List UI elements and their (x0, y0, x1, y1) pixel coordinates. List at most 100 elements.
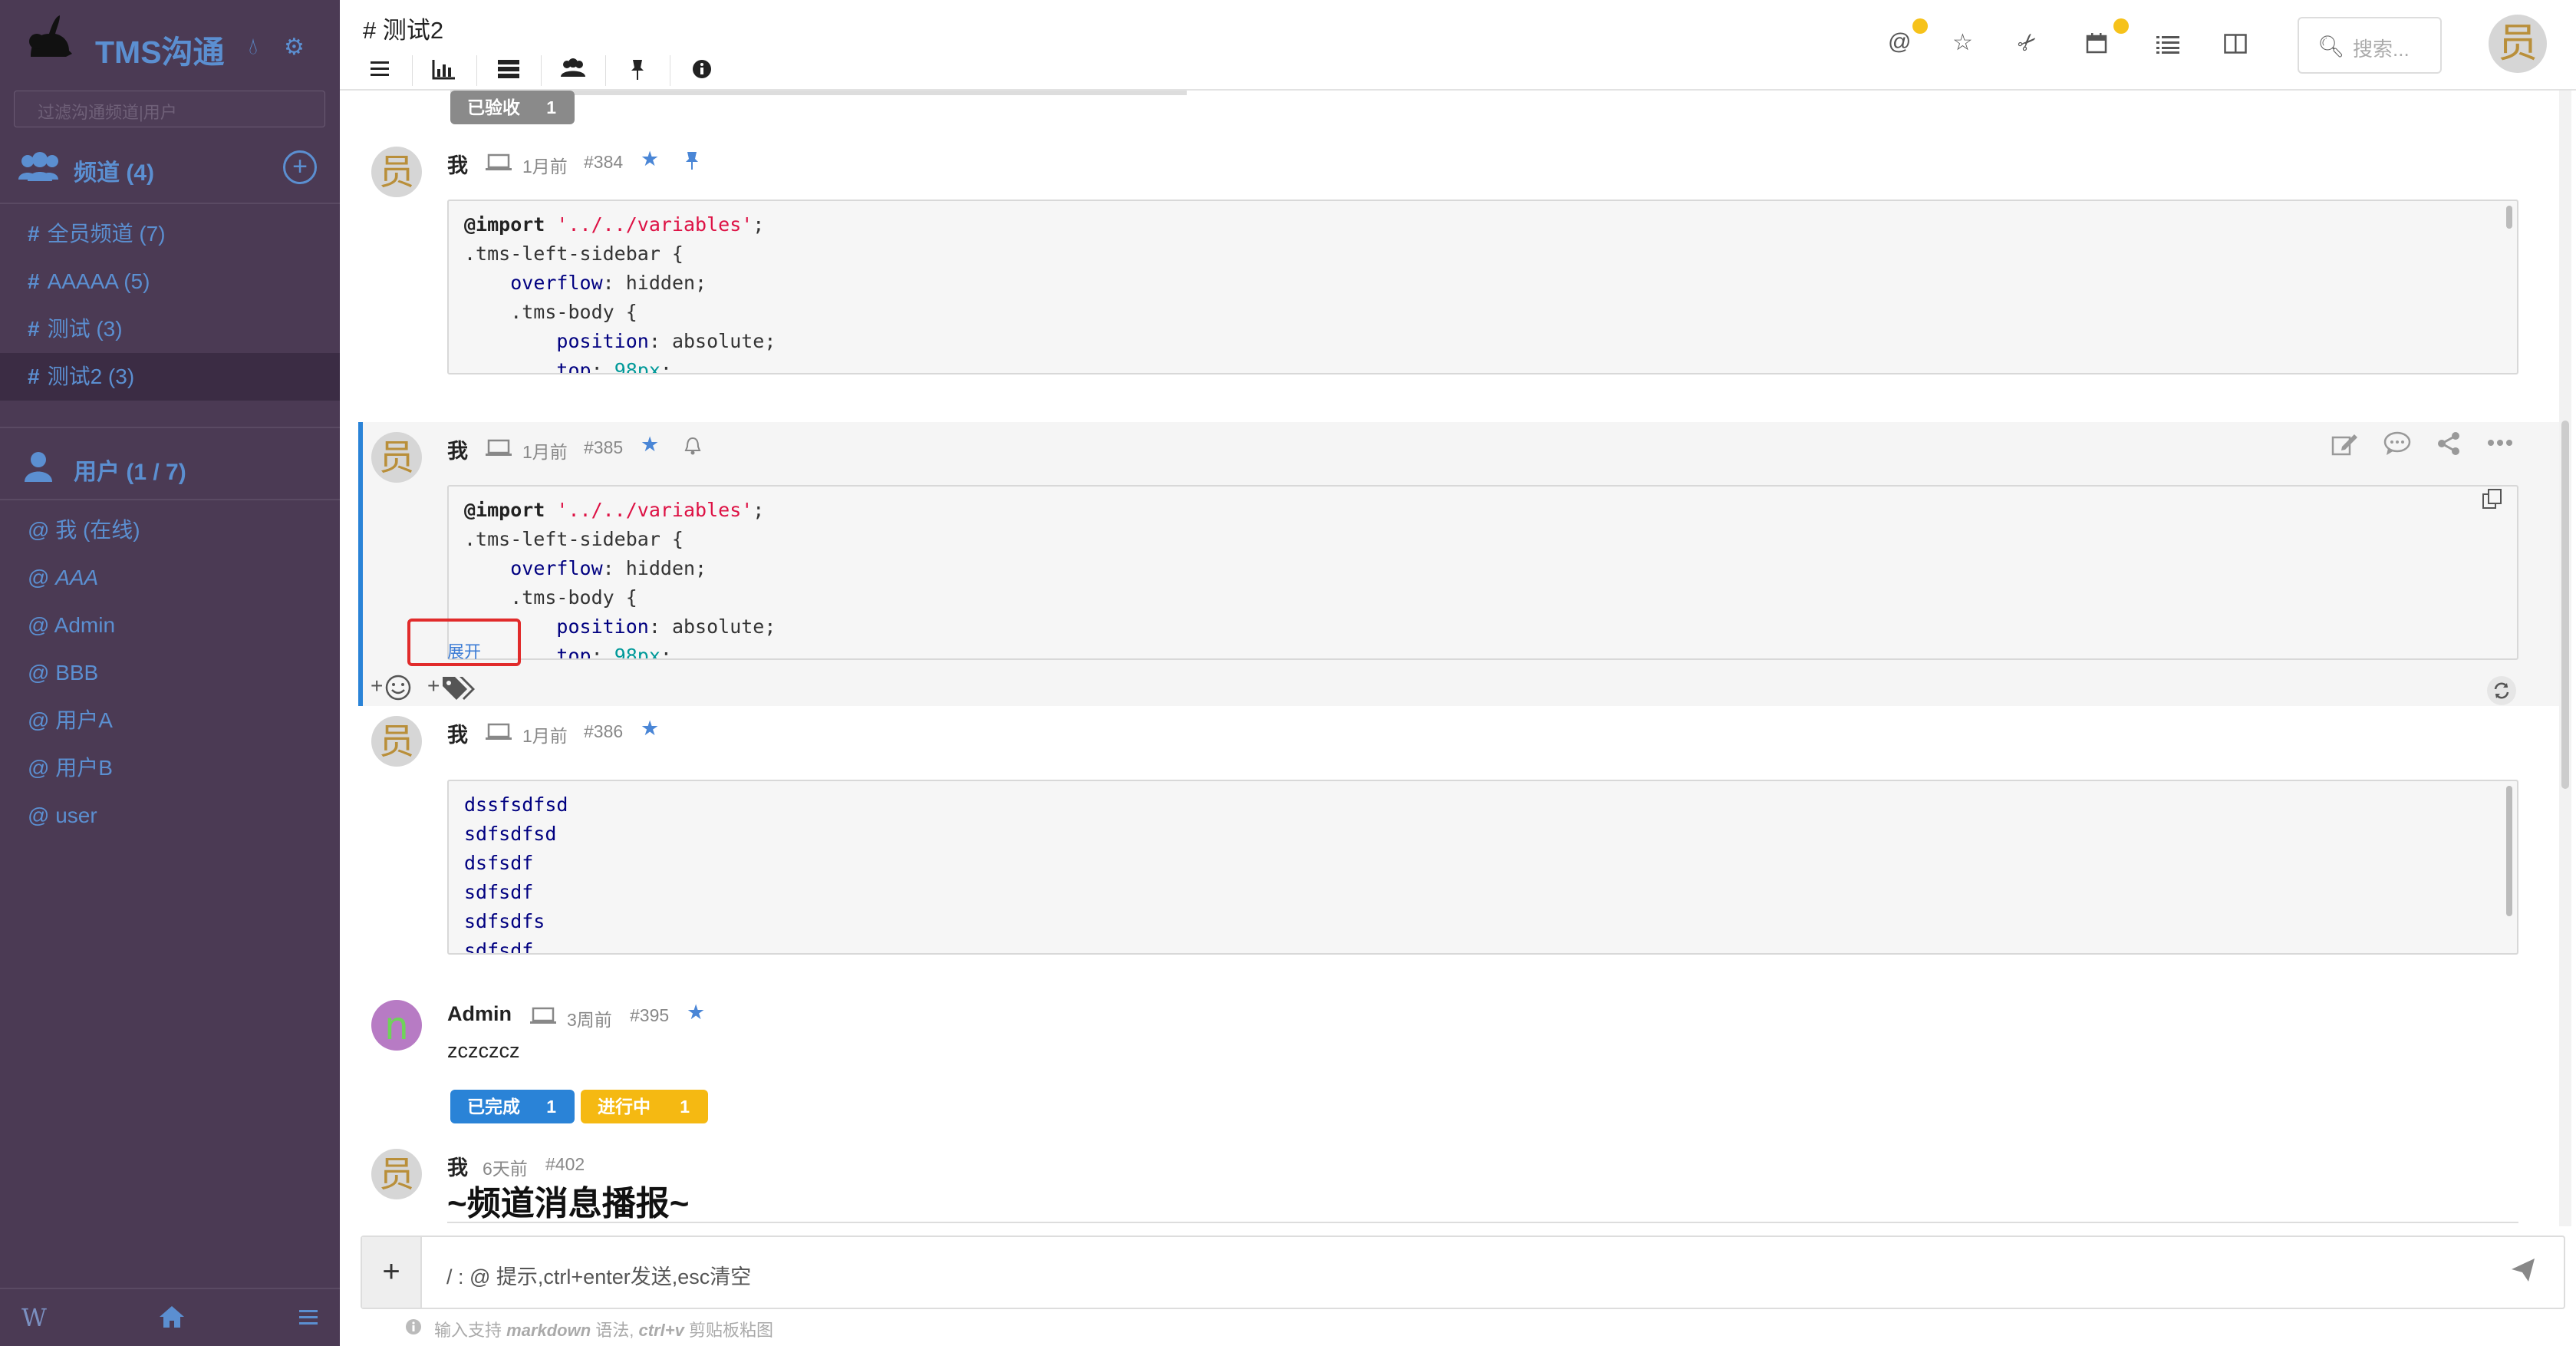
message-author[interactable]: Admin (447, 1002, 512, 1026)
attach-button[interactable]: + (362, 1237, 422, 1308)
cogs-icon[interactable]: ⚙ (284, 34, 305, 61)
code-line: position: absolute; (556, 330, 776, 352)
search-placeholder: 搜索... (2353, 38, 2410, 61)
scrollbar-thumb[interactable] (2561, 421, 2569, 789)
message-id[interactable]: #386 (584, 721, 623, 742)
info-icon[interactable] (680, 51, 723, 87)
channels-section-header[interactable]: 频道 (4) + (0, 138, 340, 196)
user-item[interactable]: @ AAA (0, 554, 340, 602)
search-input[interactable]: 🔍︎ 搜索... (2298, 17, 2442, 74)
message-author[interactable]: 我 (447, 718, 468, 748)
rabbit-logo-icon[interactable] (21, 11, 75, 64)
channels-title: 频道 (4) (74, 160, 154, 186)
at-icon[interactable]: @ (1888, 29, 1911, 55)
code-scrollbar[interactable] (2506, 786, 2512, 916)
users-section-header[interactable]: 用户 (1 / 7) (0, 437, 340, 496)
message-author[interactable]: 我 (447, 434, 468, 464)
more-icon[interactable] (2488, 439, 2512, 447)
avatar[interactable]: 员 (371, 1148, 423, 1200)
code-line: dssfsdfsd (464, 793, 568, 816)
search-icon: 🔍︎ (2317, 35, 2345, 58)
star-icon[interactable]: ★ (641, 433, 659, 457)
add-channel-button[interactable]: + (283, 150, 317, 184)
code-line: @import '../../variables'; (464, 213, 765, 236)
edit-icon[interactable] (2331, 431, 2359, 456)
channel-item[interactable]: # 全员频道 (7) (0, 210, 340, 258)
server-list-icon[interactable] (487, 51, 530, 87)
code-scrollbar[interactable] (2506, 206, 2512, 229)
add-tag-plus[interactable]: + (427, 674, 440, 698)
menu-icon[interactable] (299, 1309, 318, 1326)
wiki-icon[interactable]: W (21, 1303, 47, 1332)
comment-icon[interactable] (2383, 431, 2411, 456)
channel-label: 测试 (3) (47, 317, 123, 341)
svg-text:员: 员 (379, 1153, 414, 1195)
user-item[interactable]: @ Admin (0, 602, 340, 649)
star-icon[interactable]: ★ (687, 1001, 705, 1024)
message-time: 3周前 (567, 1010, 612, 1030)
list-icon[interactable] (2156, 35, 2179, 54)
hint-markdown: markdown (506, 1321, 591, 1340)
bar-chart-icon[interactable] (423, 51, 466, 87)
calendar-icon[interactable] (2086, 32, 2107, 54)
columns-icon[interactable] (2224, 34, 2247, 54)
notification-dot (1912, 18, 1928, 34)
star-icon[interactable]: ☆ (1952, 29, 1973, 56)
avatar[interactable]: 员 (371, 146, 423, 198)
channel-item-active[interactable]: # 测试2 (3) (0, 353, 340, 401)
user-item[interactable]: @ BBB (0, 649, 340, 697)
users-title: 用户 (1 / 7) (74, 460, 186, 485)
user-label: AAA (55, 566, 99, 589)
refresh-icon[interactable] (2486, 675, 2517, 706)
in-progress-tag[interactable]: 进行中 1 (581, 1090, 708, 1123)
top-bar: # 测试2 @ ☆ ✂ 🔍︎ 搜索... 员 (340, 0, 2576, 91)
menu-icon[interactable] (358, 51, 401, 87)
avatar[interactable]: n (371, 999, 423, 1051)
message-input[interactable]: / : @ 提示,ctrl+enter发送,esc清空 (446, 1260, 751, 1290)
home-icon[interactable] (158, 1305, 186, 1329)
avatar[interactable]: 员 (371, 431, 423, 483)
pin-icon[interactable] (616, 51, 659, 87)
tags-icon[interactable] (441, 674, 478, 701)
code-line: .tms-body { (464, 301, 637, 323)
message-id[interactable]: #402 (545, 1154, 585, 1175)
code-block[interactable]: dssfsdfsd sdfsdfsd dsfsdf sdfsdf sdfsdfs… (447, 780, 2518, 955)
paperclip-icon[interactable]: ✂ (2011, 26, 2044, 59)
message-id[interactable]: #385 (584, 437, 623, 458)
user-item[interactable]: @ user (0, 792, 340, 840)
pin-icon[interactable] (684, 150, 700, 170)
message-id[interactable]: #395 (630, 1005, 669, 1026)
message-author[interactable]: 我 (447, 149, 468, 179)
smile-icon[interactable] (384, 674, 412, 701)
star-icon[interactable]: ★ (641, 147, 659, 171)
star-icon[interactable]: ★ (641, 717, 659, 741)
message-id[interactable]: #384 (584, 152, 623, 173)
user-item[interactable]: @ 用户A (0, 697, 340, 744)
divider (0, 499, 340, 500)
user-item[interactable]: @ 我 (在线) (0, 506, 340, 554)
user-item[interactable]: @ 用户B (0, 744, 340, 792)
done-tag[interactable]: 已完成 1 (450, 1090, 575, 1123)
send-icon[interactable] (2510, 1257, 2536, 1283)
channel-filter-input[interactable]: 过滤沟通频道|用户 (14, 91, 325, 127)
code-block[interactable]: @import '../../variables'; .tms-left-sid… (447, 485, 2518, 660)
copy-icon[interactable] (2482, 488, 2503, 510)
avatar[interactable]: 员 (2488, 14, 2548, 74)
message-385: 员 我 1月前 #385 ★ @import '../../variables'… (340, 431, 2557, 708)
message-scrollbar[interactable] (2559, 91, 2571, 1226)
hash-icon: # (28, 222, 40, 246)
add-emoji-plus[interactable]: + (371, 674, 383, 698)
channel-item[interactable]: # AAAAA (5) (0, 258, 340, 305)
accepted-tag[interactable]: 已验收 1 (450, 91, 575, 124)
share-icon[interactable] (2436, 431, 2462, 456)
svg-text:n: n (384, 1004, 409, 1048)
avatar[interactable]: 员 (371, 715, 423, 767)
channel-item[interactable]: # 测试 (3) (0, 305, 340, 353)
code-block[interactable]: @import '../../variables'; .tms-left-sid… (447, 200, 2518, 374)
tag-label: 已完成 (467, 1097, 520, 1117)
app-title[interactable]: TMS沟通 (95, 26, 225, 72)
users-icon[interactable] (552, 51, 595, 87)
bell-icon[interactable] (684, 436, 702, 456)
drop-icon[interactable]: 💧︎ (249, 34, 258, 60)
sidebar: TMS沟通 💧︎ ⚙ 过滤沟通频道|用户 频道 (4) + # 全员频道 (7) … (0, 0, 340, 1346)
